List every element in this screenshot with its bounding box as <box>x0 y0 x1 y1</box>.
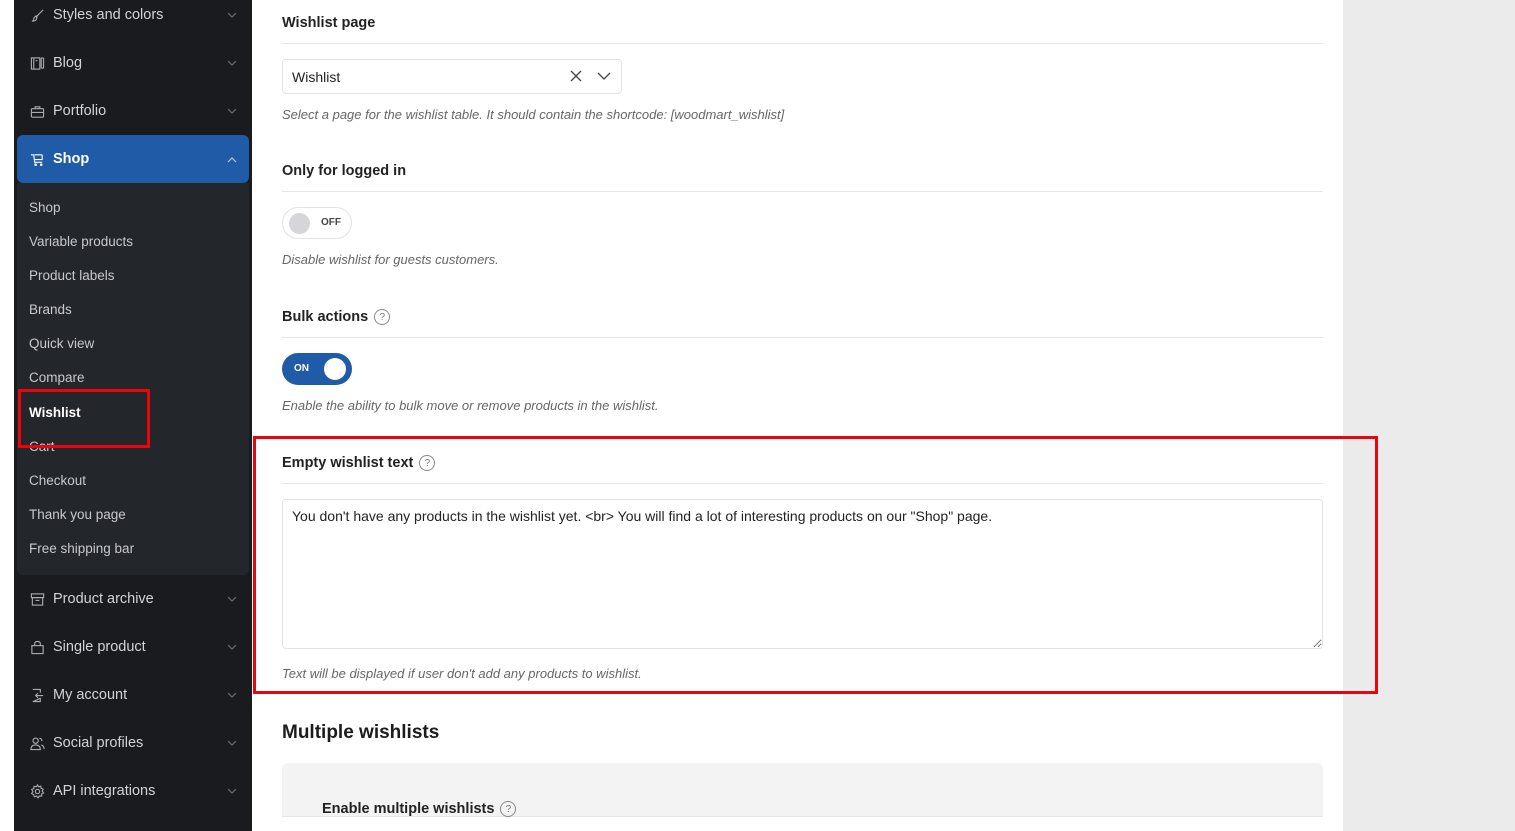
sidebar-item-label: Single product <box>53 639 146 655</box>
sidebar-item-social-profiles[interactable]: Social profiles <box>17 719 249 767</box>
submenu-item-brands[interactable]: Brands <box>29 300 72 320</box>
cart-icon <box>29 151 45 167</box>
submenu-item-product-labels[interactable]: Product labels <box>29 266 115 286</box>
help-icon[interactable]: ? <box>374 309 391 325</box>
bulk-actions-title: Bulk actions ? <box>282 309 391 325</box>
divider <box>282 191 1323 192</box>
divider <box>282 483 1323 484</box>
chevron-down-icon <box>227 591 237 607</box>
sidebar-item-api-integrations[interactable]: API integrations <box>17 767 249 815</box>
submenu-item-variable-products[interactable]: Variable products <box>29 232 133 252</box>
sidebar-item-product-archive[interactable]: Product archive <box>17 575 249 623</box>
right-gutter <box>1343 0 1515 831</box>
clear-icon[interactable] <box>569 69 583 83</box>
empty-wishlist-description: Text will be displayed if user don't add… <box>282 666 642 681</box>
chevron-down-icon <box>227 7 237 23</box>
sidebar-item-shop[interactable]: Shop <box>17 135 249 183</box>
submenu-item-checkout[interactable]: Checkout <box>29 471 86 491</box>
toggle-state-label: ON <box>294 363 309 374</box>
wishlist-page-description: Select a page for the wishlist table. It… <box>282 107 785 122</box>
sidebar-item-label: Product archive <box>53 591 154 607</box>
sidebar-item-label: Portfolio <box>53 103 107 119</box>
wishlist-page-value: Wishlist <box>292 68 341 85</box>
users-icon <box>29 735 45 751</box>
archive-icon <box>29 591 45 607</box>
help-icon[interactable]: ? <box>500 801 517 817</box>
gear-icon <box>29 783 45 799</box>
submenu-item-quick-view[interactable]: Quick view <box>29 334 94 354</box>
sidebar-item-portfolio[interactable]: Portfolio <box>17 87 249 135</box>
brush-icon <box>29 7 45 23</box>
submenu-item-thank-you-page[interactable]: Thank you page <box>29 505 126 525</box>
submenu-item-shop[interactable]: Shop <box>29 198 61 218</box>
sidebar-item-my-account[interactable]: My account <box>17 671 249 719</box>
multiple-wishlists-heading: Multiple wishlists <box>282 722 440 743</box>
chevron-down-icon <box>227 735 237 751</box>
sidebar-item-label: Styles and colors <box>53 7 164 23</box>
toggle-knob <box>324 358 346 380</box>
chevron-down-icon <box>227 783 237 799</box>
divider <box>282 337 1323 338</box>
empty-wishlist-text-title: Empty wishlist text ? <box>282 455 436 471</box>
divider <box>282 43 1323 44</box>
briefcase-icon <box>29 103 45 119</box>
chevron-down-icon[interactable] <box>597 71 611 81</box>
empty-wishlist-textarea[interactable] <box>282 499 1323 649</box>
sidebar-item-label: Blog <box>53 55 83 71</box>
sidebar-item-blog[interactable]: Blog <box>17 39 249 87</box>
toggle-knob <box>289 213 310 234</box>
left-gutter <box>0 0 14 831</box>
sidebar-item-label: My account <box>53 687 128 703</box>
sidebar-item-styles-and-colors[interactable]: Styles and colors <box>17 0 249 39</box>
empty-wishlist-text-label: Empty wishlist text <box>282 455 414 471</box>
only-logged-in-description: Disable wishlist for guests customers. <box>282 252 499 267</box>
chevron-up-icon <box>227 151 237 167</box>
blog-icon <box>29 55 45 71</box>
wishlist-page-select[interactable]: Wishlist <box>282 59 622 94</box>
bulk-actions-label: Bulk actions <box>282 309 369 325</box>
chevron-down-icon <box>227 639 237 655</box>
chevron-down-icon <box>227 55 237 71</box>
sidebar-item-single-product[interactable]: Single product <box>17 623 249 671</box>
multiple-wishlists-panel: Enable multiple wishlists ? <box>282 763 1323 817</box>
enable-multiple-wishlists-title: Enable multiple wishlists ? <box>322 801 517 817</box>
submenu-item-free-shipping-bar[interactable]: Free shipping bar <box>29 539 134 559</box>
sidebar-item-label: Shop <box>53 151 90 167</box>
bulk-actions-toggle[interactable]: ON <box>282 353 352 385</box>
wishlist-page-title: Wishlist page <box>282 15 376 31</box>
page: Styles and colors Blog Portfolio Shop Pr… <box>0 0 1515 831</box>
only-logged-in-toggle[interactable]: OFF <box>282 207 352 239</box>
chevron-down-icon <box>227 687 237 703</box>
only-logged-in-title: Only for logged in <box>282 163 407 179</box>
chevron-down-icon <box>227 103 237 119</box>
login-icon <box>29 687 45 703</box>
submenu-item-compare[interactable]: Compare <box>29 368 85 388</box>
submenu-item-wishlist[interactable]: Wishlist <box>29 403 81 423</box>
sidebar-item-label: API integrations <box>53 783 156 799</box>
bulk-actions-description: Enable the ability to bulk move or remov… <box>282 398 659 413</box>
help-icon[interactable]: ? <box>419 455 436 471</box>
shop-submenu: Shop Variable products Product labels Br… <box>17 183 249 575</box>
enable-multiple-wishlists-label: Enable multiple wishlists <box>322 801 495 817</box>
sidebar-item-label: Social profiles <box>53 735 144 751</box>
submenu-item-cart[interactable]: Cart <box>29 437 55 457</box>
bag-icon <box>29 639 45 655</box>
toggle-state-label: OFF <box>321 217 341 228</box>
